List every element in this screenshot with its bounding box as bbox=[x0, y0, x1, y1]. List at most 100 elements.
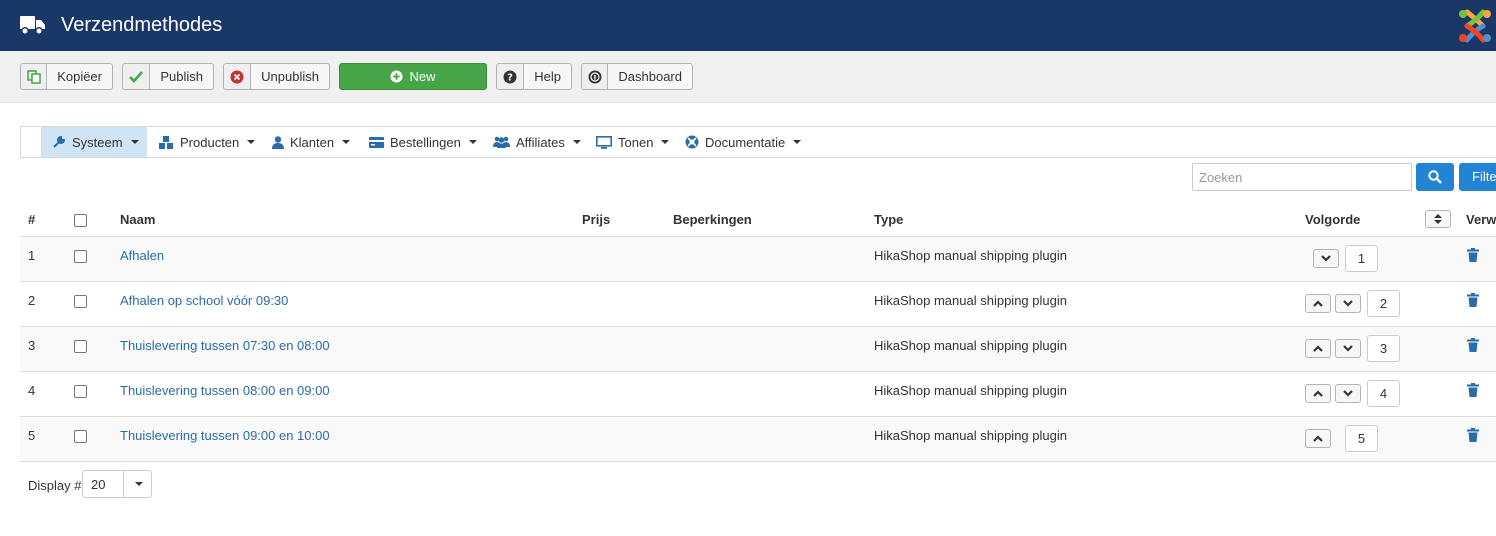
display-limit-value: 20 bbox=[91, 477, 106, 492]
menu-klanten-label: Klanten bbox=[290, 134, 335, 150]
chevron-down-icon bbox=[1321, 255, 1331, 262]
display-limit-select[interactable]: 20 bbox=[82, 470, 152, 498]
table-row: 5 Thuislevering tussen 09:00 en 10:00 Hi… bbox=[20, 417, 1496, 462]
table-row: 2 Afhalen op school vóór 09:30 HikaShop … bbox=[20, 282, 1496, 327]
chevron-down-icon bbox=[342, 140, 351, 144]
remove-circle-icon bbox=[224, 64, 252, 89]
move-down-button[interactable] bbox=[1335, 384, 1361, 403]
help-button[interactable]: ? Help bbox=[496, 63, 572, 90]
header-bar: Verzendmethodes bbox=[0, 0, 1496, 51]
col-header-price: Prijs bbox=[582, 212, 611, 227]
col-header-type: Type bbox=[874, 212, 904, 227]
shipping-name-link[interactable]: Afhalen bbox=[120, 248, 164, 263]
col-header-num: # bbox=[28, 212, 36, 227]
search-icon bbox=[1428, 170, 1442, 184]
chevron-down-icon bbox=[1343, 390, 1353, 397]
wrench-icon bbox=[53, 135, 66, 148]
main-menu: Systeem Producten Klanten Bestellingen A… bbox=[20, 126, 1496, 158]
monitor-icon bbox=[596, 135, 612, 149]
menu-producten[interactable]: Producten bbox=[159, 127, 256, 157]
credit-card-icon bbox=[369, 136, 384, 148]
plus-circle-icon bbox=[390, 70, 404, 83]
select-all-checkbox[interactable] bbox=[74, 214, 87, 227]
shipping-name-link[interactable]: Thuislevering tussen 09:00 en 10:00 bbox=[120, 428, 330, 443]
row-checkbox[interactable] bbox=[74, 295, 87, 308]
menu-systeem-label: Systeem bbox=[72, 134, 123, 150]
copy-label: Kopiëer bbox=[57, 69, 102, 84]
trash-icon[interactable] bbox=[1467, 248, 1479, 262]
menu-systeem[interactable]: Systeem bbox=[41, 127, 147, 157]
table-row: 1 Afhalen HikaShop manual shipping plugi… bbox=[20, 237, 1496, 282]
col-header-restrictions: Beperkingen bbox=[673, 212, 752, 227]
move-up-button[interactable] bbox=[1305, 429, 1331, 448]
menu-documentatie-label: Documentatie bbox=[705, 134, 786, 150]
order-input[interactable]: 4 bbox=[1367, 380, 1400, 407]
chevron-up-icon bbox=[1313, 390, 1323, 397]
menu-producten-label: Producten bbox=[180, 134, 240, 150]
chevron-down-icon bbox=[1343, 300, 1353, 307]
menu-tonen[interactable]: Tonen bbox=[596, 127, 670, 157]
row-checkbox[interactable] bbox=[74, 385, 87, 398]
help-label: Help bbox=[534, 69, 561, 84]
select-divider bbox=[123, 471, 124, 497]
dashboard-button[interactable]: Dashboard bbox=[581, 63, 693, 90]
toolbar: Kopiëer Publish Unpublish New ? Help Das… bbox=[0, 51, 1496, 103]
col-header-name[interactable]: Naam bbox=[120, 212, 155, 227]
chevron-up-icon bbox=[1313, 435, 1323, 442]
shipping-type: HikaShop manual shipping plugin bbox=[874, 428, 1067, 443]
order-input[interactable]: 2 bbox=[1367, 290, 1400, 317]
info-icon bbox=[582, 64, 609, 89]
publish-button[interactable]: Publish bbox=[122, 63, 214, 90]
menu-affiliates[interactable]: Affiliates bbox=[493, 127, 581, 157]
filter-button[interactable]: Filte bbox=[1459, 163, 1496, 191]
trash-icon[interactable] bbox=[1467, 383, 1479, 397]
chevron-down-icon bbox=[1343, 345, 1353, 352]
chevron-down-icon bbox=[135, 482, 143, 486]
move-down-button[interactable] bbox=[1313, 249, 1339, 268]
col-header-order[interactable]: Volgorde bbox=[1305, 212, 1360, 227]
menu-bestellingen[interactable]: Bestellingen bbox=[369, 127, 477, 157]
trash-icon[interactable] bbox=[1467, 338, 1479, 352]
shipping-name-link[interactable]: Thuislevering tussen 08:00 en 09:00 bbox=[120, 383, 330, 398]
shipping-type: HikaShop manual shipping plugin bbox=[874, 338, 1067, 353]
order-input[interactable]: 3 bbox=[1367, 335, 1400, 362]
copy-button[interactable]: Kopiëer bbox=[20, 63, 113, 90]
save-order-button[interactable] bbox=[1425, 210, 1451, 228]
copy-icon bbox=[21, 64, 48, 89]
row-checkbox[interactable] bbox=[74, 340, 87, 353]
chevron-down-icon bbox=[247, 140, 256, 144]
cubes-icon bbox=[159, 135, 173, 149]
move-up-button[interactable] bbox=[1305, 294, 1331, 313]
menu-documentatie[interactable]: Documentatie bbox=[685, 127, 802, 157]
trash-icon[interactable] bbox=[1467, 428, 1479, 442]
search-button[interactable] bbox=[1416, 163, 1454, 191]
move-down-button[interactable] bbox=[1335, 294, 1361, 313]
user-icon bbox=[272, 135, 284, 149]
page-title: Verzendmethodes bbox=[61, 14, 223, 36]
row-divider bbox=[20, 461, 1496, 462]
chevron-down-icon bbox=[793, 140, 802, 144]
new-button[interactable]: New bbox=[339, 63, 487, 90]
unpublish-button[interactable]: Unpublish bbox=[223, 63, 330, 90]
move-up-button[interactable] bbox=[1305, 384, 1331, 403]
publish-label: Publish bbox=[160, 69, 203, 84]
order-input[interactable]: 5 bbox=[1345, 425, 1378, 452]
shipping-name-link[interactable]: Thuislevering tussen 07:30 en 08:00 bbox=[120, 338, 330, 353]
trash-icon[interactable] bbox=[1467, 293, 1479, 307]
row-number: 4 bbox=[28, 383, 36, 398]
joomla-logo[interactable] bbox=[1455, 6, 1495, 46]
check-icon bbox=[123, 64, 151, 89]
col-header-delete: Verw bbox=[1466, 212, 1496, 227]
row-checkbox[interactable] bbox=[74, 430, 87, 443]
new-button-content: New bbox=[390, 69, 436, 84]
menu-bestellingen-label: Bestellingen bbox=[390, 134, 461, 150]
menu-klanten[interactable]: Klanten bbox=[272, 127, 351, 157]
question-icon: ? bbox=[497, 64, 525, 89]
users-icon bbox=[493, 136, 510, 148]
move-down-button[interactable] bbox=[1335, 339, 1361, 358]
move-up-button[interactable] bbox=[1305, 339, 1331, 358]
order-input[interactable]: 1 bbox=[1345, 245, 1378, 272]
search-input[interactable] bbox=[1192, 163, 1412, 191]
row-checkbox[interactable] bbox=[74, 250, 87, 263]
shipping-name-link[interactable]: Afhalen op school vóór 09:30 bbox=[120, 293, 288, 308]
